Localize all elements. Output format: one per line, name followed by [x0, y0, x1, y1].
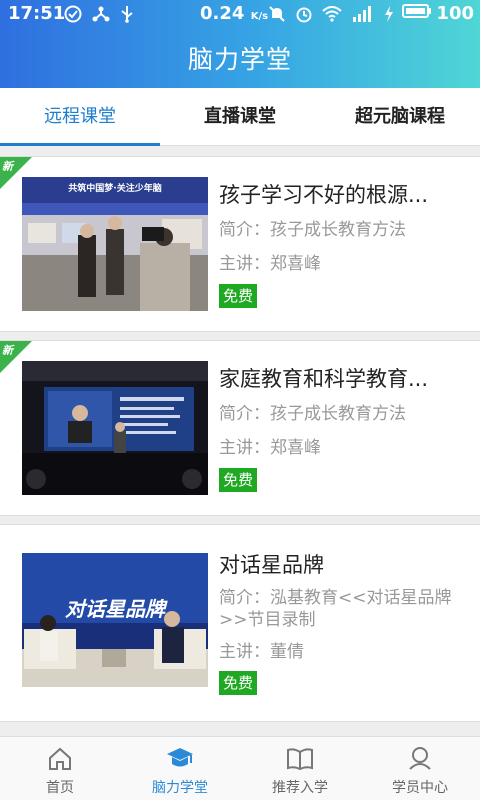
- tab-super-brain-course[interactable]: 超元脑课程: [320, 88, 480, 145]
- free-badge: 免费: [219, 284, 258, 308]
- user-icon: [409, 747, 431, 770]
- status-time: 17:51: [8, 3, 66, 24]
- battery-icon: [402, 3, 432, 24]
- course-card[interactable]: 新 共筑中国梦·关注少年脑 孩子学习不好的根源... 简介：孩子成长教育方法 主…: [0, 156, 480, 332]
- status-bar: 17:51 0.24 K/s 100: [0, 0, 480, 28]
- nav-student-center-label: 学员中心: [392, 780, 448, 796]
- thumbnail-banner-text: 共筑中国梦·关注少年脑: [68, 184, 162, 194]
- battery-level: 100: [436, 3, 474, 24]
- signal-icon: [351, 5, 375, 27]
- course-card[interactable]: 对话星品牌 对话星品牌 简介：泓基教育<<对话星品牌>>节目录制 主讲：董倩 免…: [0, 524, 480, 722]
- graduation-cap-icon: [167, 748, 193, 767]
- nav-home-label: 首页: [46, 780, 74, 796]
- course-intro: 简介：孩子成长教育方法: [219, 220, 406, 240]
- course-intro: 简介：孩子成长教育方法: [219, 404, 406, 424]
- net-speed-value: 0.24: [200, 3, 245, 24]
- course-title[interactable]: 家庭教育和科学教育...: [219, 363, 469, 393]
- free-badge: 免费: [219, 671, 258, 695]
- new-badge-label: 新: [2, 344, 13, 357]
- tab-live-class[interactable]: 直播课堂: [160, 88, 320, 145]
- nav-recommend[interactable]: 推荐入学: [240, 737, 360, 800]
- network-share-icon: [92, 5, 110, 27]
- wifi-icon: [322, 6, 342, 26]
- course-title[interactable]: 孩子学习不好的根源...: [219, 179, 469, 209]
- course-teacher: 主讲：郑喜峰: [219, 254, 321, 274]
- net-speed: 0.24 K/s: [200, 3, 268, 24]
- app-header: 17:51 0.24 K/s 100 脑力学堂: [0, 0, 480, 88]
- net-speed-unit: K/s: [250, 11, 269, 22]
- course-title[interactable]: 对话星品牌: [219, 549, 469, 579]
- free-badge: 免费: [219, 468, 258, 492]
- check-circle-icon: [64, 5, 82, 27]
- new-badge-label: 新: [2, 160, 13, 173]
- nav-recommend-label: 推荐入学: [272, 780, 328, 796]
- course-intro: 简介：泓基教育<<对话星品牌>>节目录制: [219, 588, 452, 630]
- tab-remote-class[interactable]: 远程课堂: [0, 88, 160, 146]
- nav-brain-school[interactable]: 脑力学堂: [120, 737, 240, 800]
- charging-icon: [384, 5, 394, 27]
- bottom-nav: 首页 脑力学堂 推荐入学 学员中心: [0, 736, 480, 800]
- book-icon: [287, 748, 313, 771]
- course-teacher: 主讲：董倩: [219, 642, 304, 662]
- mute-icon: [268, 5, 286, 27]
- thumbnail-banner-text: 对话星品牌: [65, 597, 165, 621]
- nav-brain-school-label: 脑力学堂: [152, 780, 208, 796]
- home-icon: [49, 747, 71, 770]
- course-card[interactable]: 新 家庭教育和科学教育... 简介：孩子成长教育方法 主讲：郑喜峰 免费: [0, 340, 480, 516]
- course-teacher: 主讲：郑喜峰: [219, 438, 321, 458]
- course-thumbnail[interactable]: 对话星品牌: [22, 553, 208, 687]
- usb-icon: [120, 5, 134, 27]
- nav-student-center[interactable]: 学员中心: [360, 737, 480, 800]
- page-title: 脑力学堂: [187, 45, 292, 74]
- nav-home[interactable]: 首页: [0, 737, 120, 800]
- course-thumbnail[interactable]: 共筑中国梦·关注少年脑: [22, 177, 208, 311]
- alarm-icon: [295, 5, 313, 27]
- course-thumbnail[interactable]: [22, 361, 208, 495]
- tab-bar: 远程课堂 直播课堂 超元脑课程: [0, 88, 480, 146]
